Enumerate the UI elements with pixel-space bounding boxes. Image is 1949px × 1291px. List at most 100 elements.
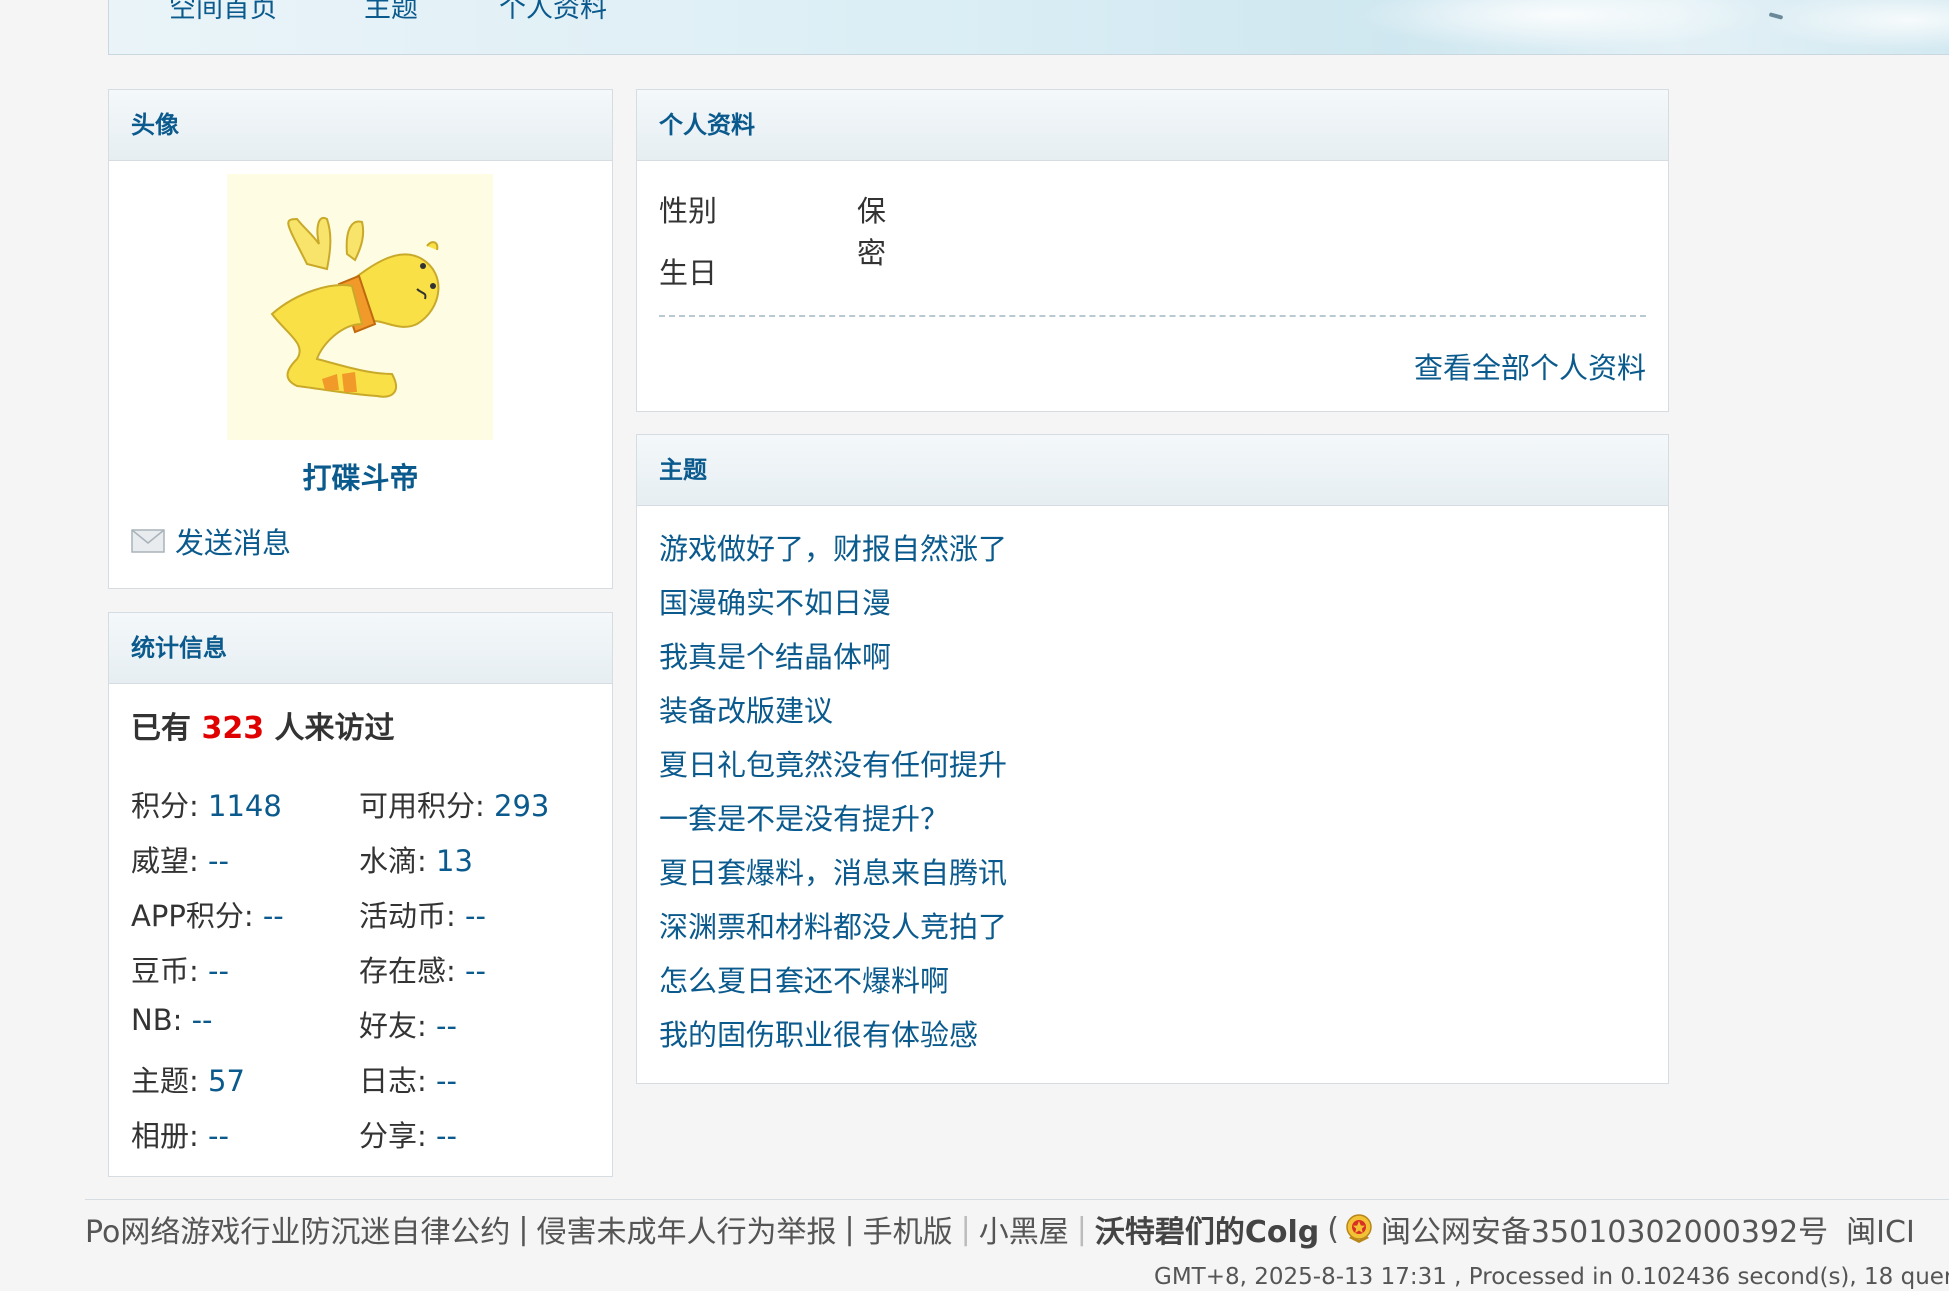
thread-link[interactable]: 夏日礼包竟然没有任何提升 <box>659 743 1007 797</box>
stat-value[interactable]: 1148 <box>208 789 282 823</box>
stat-label: 可用积分: <box>359 789 485 823</box>
stat-item: 日志: -- <box>359 1058 457 1100</box>
stat-value[interactable]: -- <box>263 899 284 933</box>
stats-panel-title: 统计信息 <box>109 613 612 684</box>
stat-value[interactable]: -- <box>208 1119 229 1153</box>
stat-label: 威望: <box>131 844 199 878</box>
stat-item: 相册: -- <box>131 1113 229 1155</box>
stat-label: 积分: <box>131 789 199 823</box>
stat-label: 水滴: <box>359 844 427 878</box>
profile-divider <box>659 315 1646 317</box>
profile-value: 保密 <box>857 194 887 270</box>
thread-link[interactable]: 深渊票和材料都没人竞拍了 <box>659 905 1007 959</box>
stat-value[interactable]: 13 <box>436 844 473 878</box>
stat-value[interactable]: -- <box>436 1009 457 1043</box>
thread-link[interactable]: 我真是个结晶体啊 <box>659 635 1007 689</box>
tab-profile[interactable]: 个人资料 <box>499 0 607 25</box>
police-badge-icon <box>1346 1214 1372 1243</box>
visit-prefix: 已有 <box>131 711 191 746</box>
thread-link[interactable]: 游戏做好了，财报自然涨了 <box>659 527 1007 581</box>
visit-count: 已有 323 人来访过 <box>131 703 395 747</box>
stat-label: 相册: <box>131 1119 199 1153</box>
footer-paren: ( <box>1327 1211 1339 1247</box>
view-all-profile-link[interactable]: 查看全部个人资料 <box>1414 345 1646 387</box>
profile-panel-title: 个人资料 <box>637 90 1668 161</box>
stat-item: 水滴: 13 <box>359 838 473 880</box>
thread-link[interactable]: 一套是不是没有提升？ <box>659 797 1007 851</box>
footer-link-blackroom[interactable]: 小黑屋 <box>979 1207 1069 1251</box>
stat-label: 日志: <box>359 1064 427 1098</box>
threads-panel-title: 主题 <box>637 435 1668 506</box>
stat-item: 活动币: -- <box>359 893 486 935</box>
stat-label: 豆币: <box>131 954 199 988</box>
stat-item: 豆币: -- <box>131 948 229 990</box>
stat-item: APP积分: -- <box>131 893 284 935</box>
footer-separator: | <box>518 1211 529 1247</box>
stat-value[interactable]: -- <box>436 1119 457 1153</box>
footer-separator: | <box>960 1211 971 1247</box>
stat-value[interactable]: -- <box>208 954 229 988</box>
banner-cloud <box>1349 0 1769 50</box>
stat-label: 存在感: <box>359 954 456 988</box>
stat-item: 积分: 1148 <box>131 783 282 825</box>
footer-beian-link[interactable]: 闽公网安备35010302000392号 <box>1381 1207 1828 1251</box>
footer-separator: | <box>844 1211 855 1247</box>
thread-link[interactable]: 夏日套爆料，消息来自腾讯 <box>659 851 1007 905</box>
send-message-label: 发送消息 <box>175 526 292 560</box>
stat-value[interactable]: -- <box>192 1003 213 1037</box>
avatar-creature-icon <box>270 216 440 398</box>
footer-link-report[interactable]: 侵害未成年人行为举报 <box>537 1207 837 1251</box>
avatar-panel-title: 头像 <box>109 90 612 161</box>
stat-label: NB: <box>131 1003 183 1037</box>
footer-separator: | <box>1076 1211 1087 1247</box>
stat-label: 主题: <box>131 1064 199 1098</box>
tab-threads[interactable]: 主题 <box>364 0 418 25</box>
stat-item: 存在感: -- <box>359 948 486 990</box>
threads-panel: 主题 游戏做好了，财报自然涨了 国漫确实不如日漫 我真是个结晶体啊 装备改版建议 夏日礼… <box>636 434 1669 1084</box>
stat-value[interactable]: -- <box>465 954 486 988</box>
thread-link[interactable]: 国漫确实不如日漫 <box>659 581 1007 635</box>
thread-list: 游戏做好了，财报自然涨了 国漫确实不如日漫 我真是个结晶体啊 装备改版建议 夏日礼包竟然… <box>659 527 1007 1067</box>
avatar-panel: 头像 打碟斗帝 发送消息 <box>108 89 613 589</box>
stat-label: APP积分: <box>131 899 254 933</box>
stat-value[interactable]: 293 <box>494 789 549 823</box>
thread-link[interactable]: 装备改版建议 <box>659 689 1007 743</box>
footer-icp-link[interactable]: 闽ICI <box>1846 1207 1915 1251</box>
footer-processed-info: GMT+8, 2025-8-13 17:31 , Processed in 0.… <box>1154 1264 1949 1290</box>
thread-link[interactable]: 怎么夏日套还不爆料啊 <box>659 959 1007 1013</box>
avatar[interactable] <box>227 174 493 440</box>
stat-label: 好友: <box>359 1009 427 1043</box>
visit-suffix: 人来访过 <box>274 711 395 746</box>
stat-item: NB: -- <box>131 1003 213 1037</box>
stat-item: 主题: 57 <box>131 1058 245 1100</box>
stat-item: 分享: -- <box>359 1113 457 1155</box>
stat-value[interactable]: -- <box>465 899 486 933</box>
profile-label: 性别 <box>659 194 718 228</box>
banner-cloud <box>1759 0 1949 50</box>
stat-value[interactable]: -- <box>208 844 229 878</box>
stat-label: 活动币: <box>359 899 456 933</box>
footer-link-pledge[interactable]: Po网络游戏行业防沉迷自律公约 <box>85 1207 510 1251</box>
envelope-icon <box>131 529 165 553</box>
footer-link-mobile[interactable]: 手机版 <box>863 1207 953 1251</box>
stat-value[interactable]: 57 <box>208 1064 245 1098</box>
profile-row-birthday: 生日 <box>659 250 717 292</box>
stat-item: 好友: -- <box>359 1003 457 1045</box>
visit-number: 323 <box>201 711 265 746</box>
tab-space-home[interactable]: 空间首页 <box>169 0 277 25</box>
footer-brand-link[interactable]: 沃特碧们的Colg <box>1095 1207 1319 1251</box>
footer-divider <box>85 1199 1949 1200</box>
stat-label: 分享: <box>359 1119 427 1153</box>
space-nav-banner: 空间首页 主题 个人资料 <box>108 0 1949 55</box>
profile-panel: 个人资料 性别 保密 生日 查看全部个人资料 <box>636 89 1669 412</box>
send-message-link[interactable]: 发送消息 <box>131 520 291 562</box>
username[interactable]: 打碟斗帝 <box>109 455 612 497</box>
stat-item: 可用积分: 293 <box>359 783 549 825</box>
profile-row-gender: 性别 保密 <box>659 188 886 270</box>
footer-links: Po网络游戏行业防沉迷自律公约 | 侵害未成年人行为举报 | 手机版 | 小黑屋… <box>85 1207 1915 1251</box>
stat-item: 威望: -- <box>131 838 229 880</box>
stat-value[interactable]: -- <box>436 1064 457 1098</box>
thread-link[interactable]: 我的固伤职业很有体验感 <box>659 1013 1007 1067</box>
profile-label: 生日 <box>659 256 718 290</box>
stats-panel: 统计信息 已有 323 人来访过 积分: 1148 可用积分: 293 威望: --… <box>108 612 613 1177</box>
